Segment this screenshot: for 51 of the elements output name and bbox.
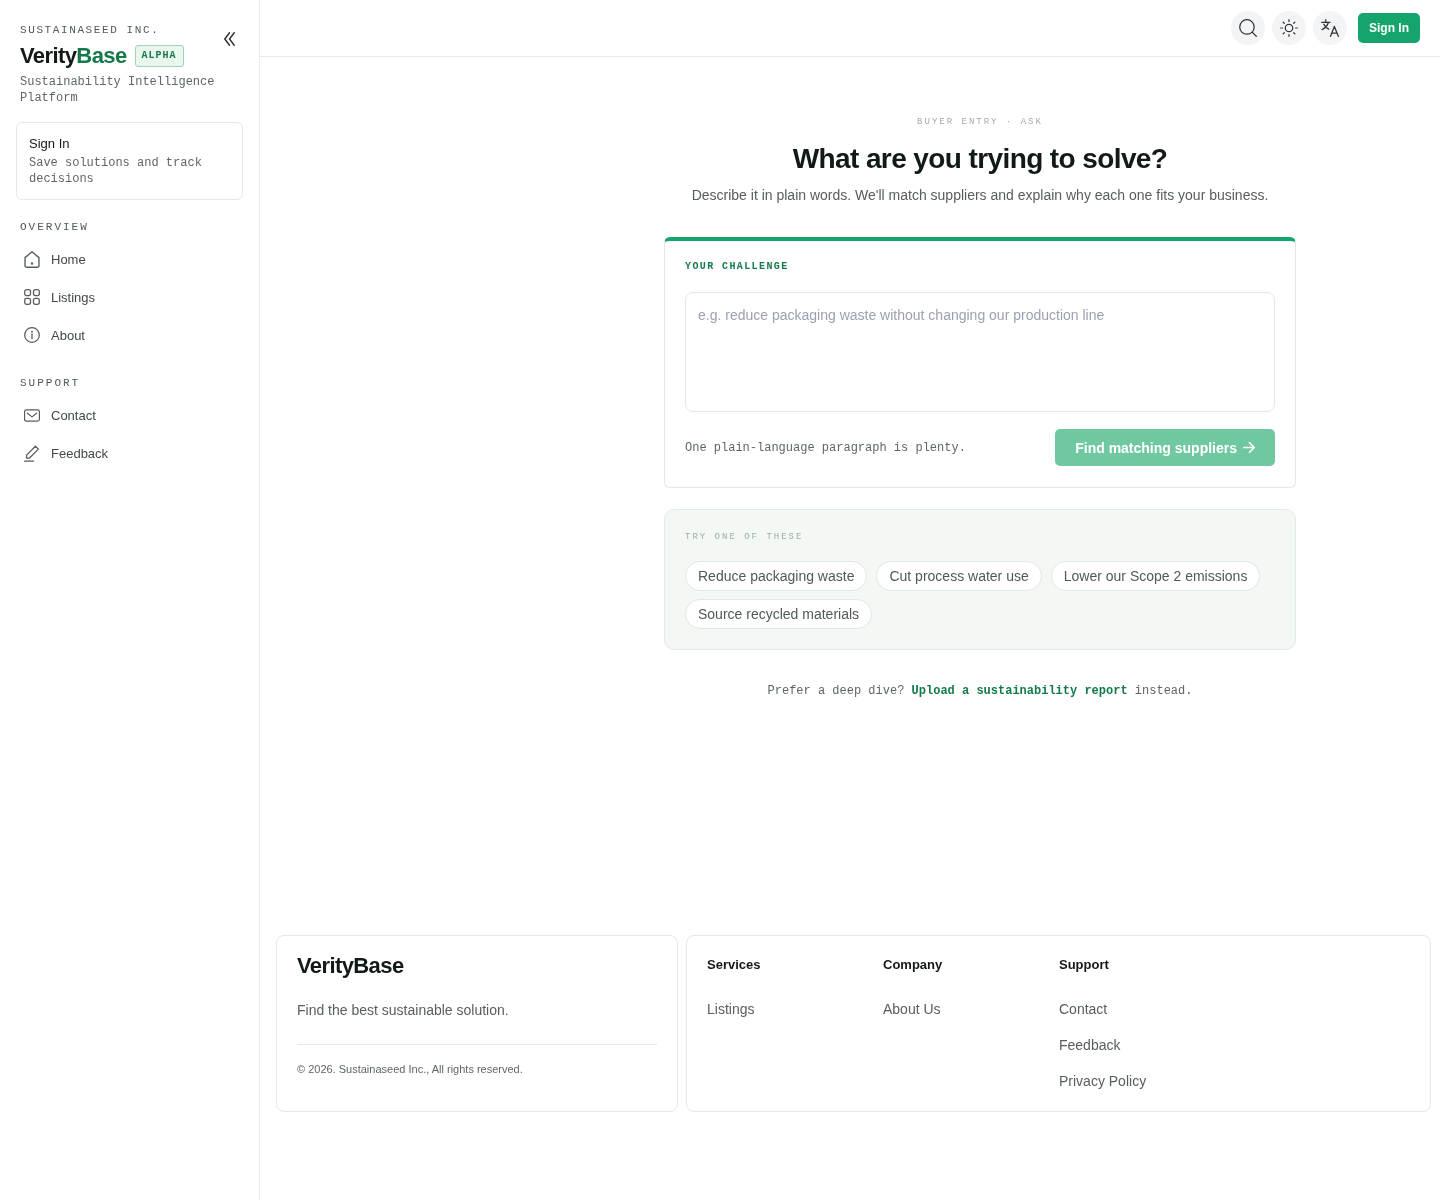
house-icon <box>24 250 40 268</box>
double-chevron-left-icon <box>224 32 235 46</box>
sign-in-card[interactable]: Sign In Save solutions and track decisions <box>16 122 243 200</box>
sign-in-description: Save solutions and track decisions <box>29 155 203 187</box>
suggestion-chip[interactable]: Reduce packaging waste <box>685 561 868 591</box>
envelope-icon <box>24 408 40 422</box>
arrow-right-icon <box>1243 442 1255 453</box>
nav-section-heading: SUPPORT <box>19 376 82 390</box>
upload-report-link[interactable]: Upload a sustainability report <box>911 684 1128 698</box>
company-name: SUSTAINASEED INC. <box>20 23 161 37</box>
search-icon <box>1239 19 1257 37</box>
nav-link[interactable]: Contact <box>16 396 243 434</box>
footer-link[interactable]: Privacy Policy <box>1059 1071 1147 1091</box>
footer-column-heading: Company <box>883 956 944 974</box>
footer-tagline: Find the best sustainable solution. <box>297 1001 510 1020</box>
footer-column-heading: Services <box>707 956 762 974</box>
brand-logo[interactable]: VerityBase <box>20 44 127 68</box>
theme-toggle-button[interactable] <box>1272 11 1306 45</box>
sign-in-title: Sign In <box>29 135 71 153</box>
stage-badge: ALPHA <box>134 45 184 67</box>
copyright-text: © 2026. Sustainaseed Inc., All rights reserved. <box>297 1062 524 1077</box>
page-title: What are you trying to solve? <box>791 142 1169 176</box>
nav-link[interactable]: Listings <box>16 278 243 316</box>
platform-tagline: Sustainability Intelligence Platform <box>20 74 216 106</box>
footer-link[interactable]: Listings <box>707 999 755 1019</box>
suggestion-chip[interactable]: Source recycled materials <box>685 599 873 629</box>
footer-logo: VerityBase <box>297 952 405 980</box>
nav-section-heading: OVERVIEW <box>19 220 90 234</box>
translate-icon <box>1320 19 1340 37</box>
nav-link[interactable]: About <box>16 316 243 354</box>
page-eyebrow: BUYER ENTRY · ASK <box>916 116 1044 129</box>
footer-column-heading: Support <box>1059 956 1110 974</box>
sun-icon <box>1280 19 1298 37</box>
suggestion-chip[interactable]: Cut process water use <box>876 561 1042 591</box>
nav-link[interactable]: Feedback <box>16 434 243 472</box>
challenge-label: YOUR CHALLENGE <box>685 261 790 273</box>
suggestions-heading: TRY ONE OF THESE <box>685 531 805 544</box>
nav-link[interactable]: Home <box>16 240 243 278</box>
input-hint: One plain-language paragraph is plenty. <box>685 439 966 456</box>
language-button[interactable] <box>1313 11 1347 45</box>
upload-prompt-text: Prefer a deep dive? Upload a sustainability report instead. <box>766 683 1194 699</box>
suggestion-chip[interactable]: Lower our Scope 2 emissions <box>1050 561 1261 591</box>
info-icon <box>24 327 40 343</box>
page-subtitle: Describe it in plain words. We'll match suppliers and explain why each one fits your business. <box>690 186 1270 205</box>
footer-link[interactable]: Feedback <box>1059 1035 1121 1055</box>
challenge-input[interactable]: e.g. reduce packaging waste without changing our production line <box>685 292 1275 412</box>
footer-link[interactable]: Contact <box>1059 999 1108 1019</box>
pencil-icon <box>24 444 40 462</box>
footer-link[interactable]: About Us <box>883 999 941 1019</box>
grid-icon <box>24 289 40 305</box>
search-button[interactable] <box>1231 11 1265 45</box>
